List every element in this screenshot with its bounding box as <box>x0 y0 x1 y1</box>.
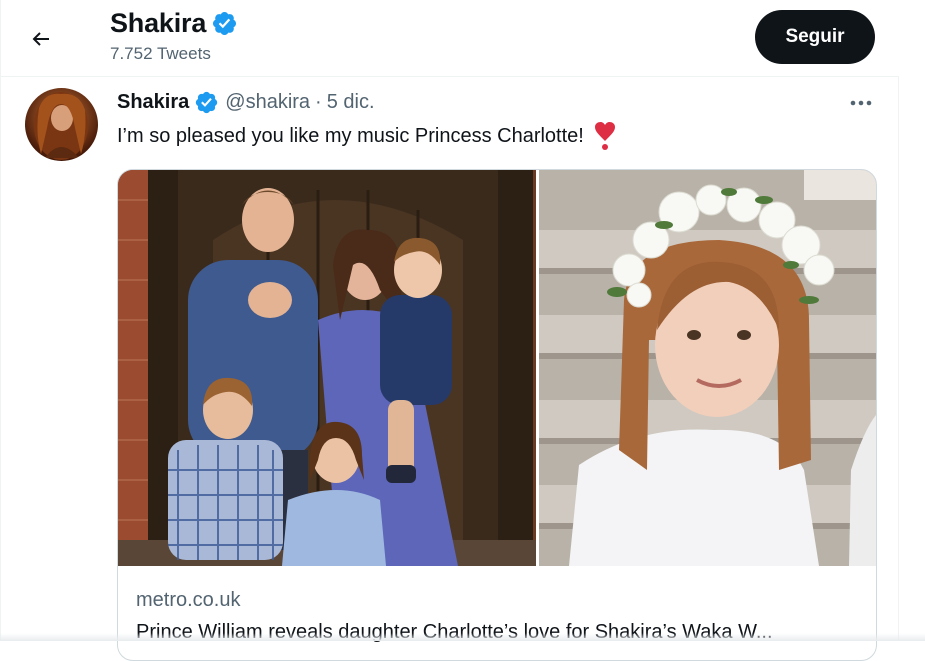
card-media <box>118 170 876 566</box>
verified-badge-icon <box>194 90 219 115</box>
avatar[interactable] <box>25 88 98 161</box>
link-card[interactable]: metro.co.uk Prince William reveals daugh… <box>117 169 877 661</box>
arrow-left-icon <box>32 32 49 46</box>
more-options-button[interactable] <box>846 92 876 114</box>
back-button[interactable] <box>23 21 59 57</box>
card-image-charlotte <box>539 170 876 566</box>
card-domain: metro.co.uk <box>136 589 241 611</box>
timeline-column: Shakira 7.752 Tweets Seguir Shakira @sha… <box>0 0 899 661</box>
tweet-count: 7.752 Tweets <box>110 44 211 63</box>
verified-badge-icon <box>211 10 238 37</box>
profile-header: Shakira 7.752 Tweets Seguir <box>1 0 899 77</box>
more-dots-icon <box>850 100 872 106</box>
tweet-author-handle[interactable]: @shakira <box>225 91 310 114</box>
profile-name-text: Shakira <box>110 8 207 38</box>
profile-name: Shakira <box>110 8 238 39</box>
avatar-portrait <box>34 92 88 160</box>
card-image-family <box>118 170 536 566</box>
meta-separator: · <box>315 91 322 113</box>
tweet-body: I’m so pleased you like my music Princes… <box>117 121 616 151</box>
tweet-text: I’m so pleased you like my music Princes… <box>117 124 584 147</box>
heart-exclamation-emoji <box>594 121 616 151</box>
tweet-author-name[interactable]: Shakira <box>117 91 189 114</box>
follow-button[interactable]: Seguir <box>755 10 875 64</box>
tweet-header: Shakira @shakira · 5 dic. <box>117 90 375 115</box>
bottom-shadow <box>0 633 925 641</box>
tweet-date[interactable]: 5 dic. <box>327 91 375 114</box>
